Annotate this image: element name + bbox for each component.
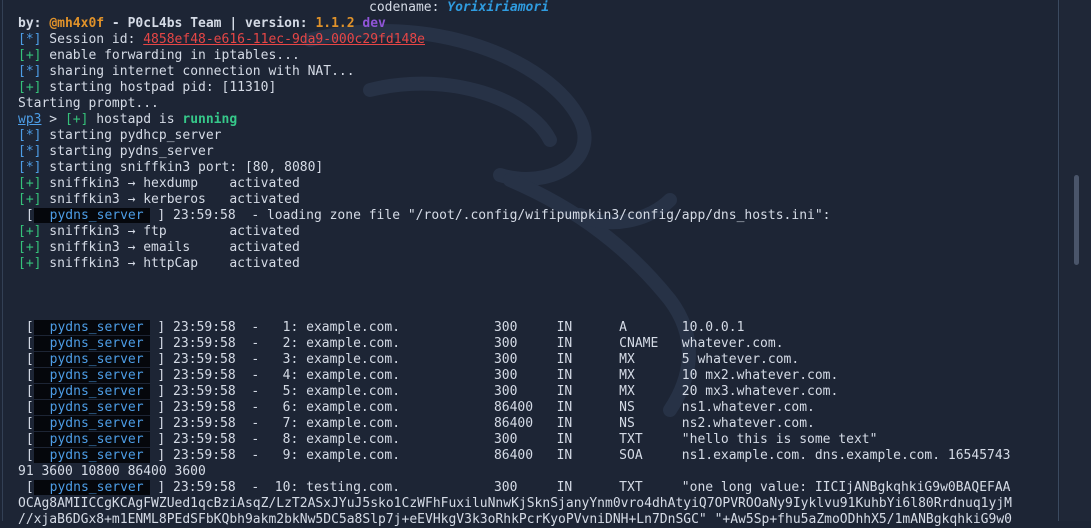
starting-prompt-line: Starting prompt... (18, 96, 159, 111)
log-text: sniffkin3 → kerberos activated (41, 192, 300, 207)
info-tag: [*] (18, 160, 42, 175)
terminal-window[interactable]: codename: Yorixiriamori by: @mh4x0f - P0… (0, 0, 1091, 527)
codename-label: codename: (369, 0, 448, 15)
dns-record-row: [pydns_server ] 23:59:58 - 4: example.co… (18, 368, 839, 383)
dns-record-continuation: //xjaB6DGx8+m1ENML8PEdSFbKQbh9akm2bkNw5D… (18, 512, 1012, 527)
info-tag: [*] (18, 128, 42, 143)
codename-line: codename: Yorixiriamori (18, 0, 1058, 16)
log-text: starting pydhcp_server (41, 128, 222, 143)
dns-record-text: ] 23:59:58 - 4: example.com. 300 IN MX 1… (157, 368, 839, 383)
info-tag: [*] (18, 144, 42, 159)
dns-server-tag: pydns_server (33, 400, 150, 415)
author: @mh4x0f (49, 16, 105, 31)
dns-record-continuation: 91 3600 10800 86400 3600 (18, 464, 206, 479)
window-right-border (1058, 0, 1059, 521)
version: 1.1.2 (315, 16, 355, 31)
info-tag: [*] (18, 32, 42, 47)
prompt-text: hostapd is (88, 112, 183, 127)
by-label: by: (18, 16, 50, 31)
vertical-scrollbar[interactable] (1060, 0, 1091, 521)
log-text: sharing internet connection with NAT... (41, 64, 355, 79)
scrollbar-thumb[interactable] (1074, 175, 1079, 265)
dns-record-text: ] 23:59:58 - 3: example.com. 300 IN MX 5… (157, 352, 800, 367)
dns-record-row: [pydns_server ] 23:59:58 - 3: example.co… (18, 352, 800, 367)
dns-record-continuation: OCAg8AMIICCgKCAgFWZUed1qcBziAsqZ/LzT2ASx… (18, 496, 1012, 511)
log-text: starting sniffkin3 port: [80, 8080] (41, 160, 324, 175)
log-text: sniffkin3 → emails activated (41, 240, 300, 255)
prompt-name[interactable]: wp3 (18, 112, 41, 127)
dns-record-text: ] 23:59:58 - 7: example.com. 86400 IN NS… (157, 416, 815, 431)
ok-tag: [+] (18, 80, 42, 95)
dns-record-text: ] 23:59:58 - 9: example.com. 86400 IN SO… (157, 448, 1011, 463)
dns-server-tag: pydns_server (33, 352, 150, 367)
dns-record-row: [pydns_server ] 23:59:58 - 9: example.co… (18, 448, 1011, 463)
dns-record-text: ] 23:59:58 - 6: example.com. 86400 IN NS… (157, 400, 815, 415)
log-line: [*] starting sniffkin3 port: [80, 8080] (18, 160, 1058, 176)
log-text: sniffkin3 → ftp activated (41, 224, 300, 239)
dns-server-tag: pydns_server (33, 320, 150, 335)
dns-record-text: ] 23:59:58 - 2: example.com. 300 IN CNAM… (157, 336, 784, 351)
terminal-output: codename: Yorixiriamori by: @mh4x0f - P0… (18, 0, 1058, 528)
window-left-border (2, 0, 3, 521)
log-line: [+] sniffkin3 → httpCap activated (18, 256, 1058, 272)
log-text: sniffkin3 → hexdump activated (41, 176, 300, 191)
dns-server-tag: pydns_server (33, 448, 150, 463)
team-version-label: - P0cL4bs Team | version: (104, 16, 316, 31)
dns-record-row: [pydns_server ] 23:59:58 - 2: example.co… (18, 336, 784, 351)
dns-record-row: [pydns_server ] 23:59:58 - 8: example.co… (18, 432, 878, 447)
log-line: [+] sniffkin3 → kerberos activated (18, 192, 1058, 208)
dns-record-text: ] 23:59:58 - 8: example.com. 300 IN TXT … (157, 432, 878, 447)
ok-tag: [+] (64, 112, 89, 127)
channel: dev (362, 16, 386, 31)
zone-text: ] 23:59:58 - loading zone file "/root/.c… (157, 208, 831, 223)
dns-record-text: ] 23:59:58 - 1: example.com. 300 IN A 10… (157, 320, 745, 335)
prompt-separator: > (41, 112, 65, 127)
ok-tag: [+] (18, 192, 42, 207)
ok-tag: [+] (18, 224, 42, 239)
log-line: [+] sniffkin3 → hexdump activated (18, 176, 1058, 192)
ok-tag: [+] (18, 240, 42, 255)
log-line: [+] sniffkin3 → ftp activated (18, 224, 1058, 240)
session-label: Session id: (41, 32, 144, 47)
dns-record-text: ] 23:59:58 - 5: example.com. 300 IN MX 2… (157, 384, 839, 399)
session-id[interactable]: 4858ef48-e616-11ec-9da9-000c29fd148e (143, 32, 425, 47)
dns-record-row: [pydns_server ] 23:59:58 - 5: example.co… (18, 384, 839, 399)
log-text: starting hostpad pid: [11310] (41, 80, 277, 95)
dns-server-tag: pydns_server (33, 480, 150, 495)
log-line: [*] sharing internet connection with NAT… (18, 64, 1058, 80)
dns-record-row: [pydns_server ] 23:59:58 - 7: example.co… (18, 416, 815, 431)
dns-server-tag: pydns_server (33, 384, 150, 399)
log-line: [*] starting pydns_server (18, 144, 1058, 160)
dns-server-tag: pydns_server (33, 336, 150, 351)
codename-value: Yorixiriamori (447, 0, 550, 15)
prompt-line[interactable]: wp3 > [+] hostapd is running (18, 112, 1058, 128)
dns-record-row: [pydns_server ] 23:59:58 - 10: testing.c… (18, 480, 1011, 495)
dns-server-tag: pydns_server (33, 368, 150, 383)
log-text: sniffkin3 → httpCap activated (41, 256, 300, 271)
dns-server-tag: pydns_server (33, 208, 150, 223)
info-tag: [*] (18, 64, 42, 79)
ok-tag: [+] (18, 48, 42, 63)
log-line: [+] enable forwarding in iptables... (18, 48, 1058, 64)
log-line: [*] starting pydhcp_server (18, 128, 1058, 144)
zone-line: [pydns_server ] 23:59:58 - loading zone … (18, 208, 831, 223)
dns-record-row: [pydns_server ] 23:59:58 - 6: example.co… (18, 400, 815, 415)
banner-line: by: @mh4x0f - P0cL4bs Team | version: 1.… (18, 16, 1058, 32)
log-text: starting pydns_server (41, 144, 214, 159)
session-line: [*] Session id: 4858ef48-e616-11ec-9da9-… (18, 32, 1058, 48)
log-line: [+] sniffkin3 → emails activated (18, 240, 1058, 256)
dns-record-row: [pydns_server ] 23:59:58 - 1: example.co… (18, 320, 745, 335)
dns-server-tag: pydns_server (33, 432, 150, 447)
hostapd-status: running (182, 112, 238, 127)
log-line: [+] starting hostpad pid: [11310] (18, 80, 1058, 96)
dns-server-tag: pydns_server (33, 416, 150, 431)
dns-record-text: ] 23:59:58 - 10: testing.com. 300 IN TXT… (157, 480, 1011, 495)
log-text: enable forwarding in iptables... (41, 48, 300, 63)
ok-tag: [+] (18, 256, 42, 271)
ok-tag: [+] (18, 176, 42, 191)
